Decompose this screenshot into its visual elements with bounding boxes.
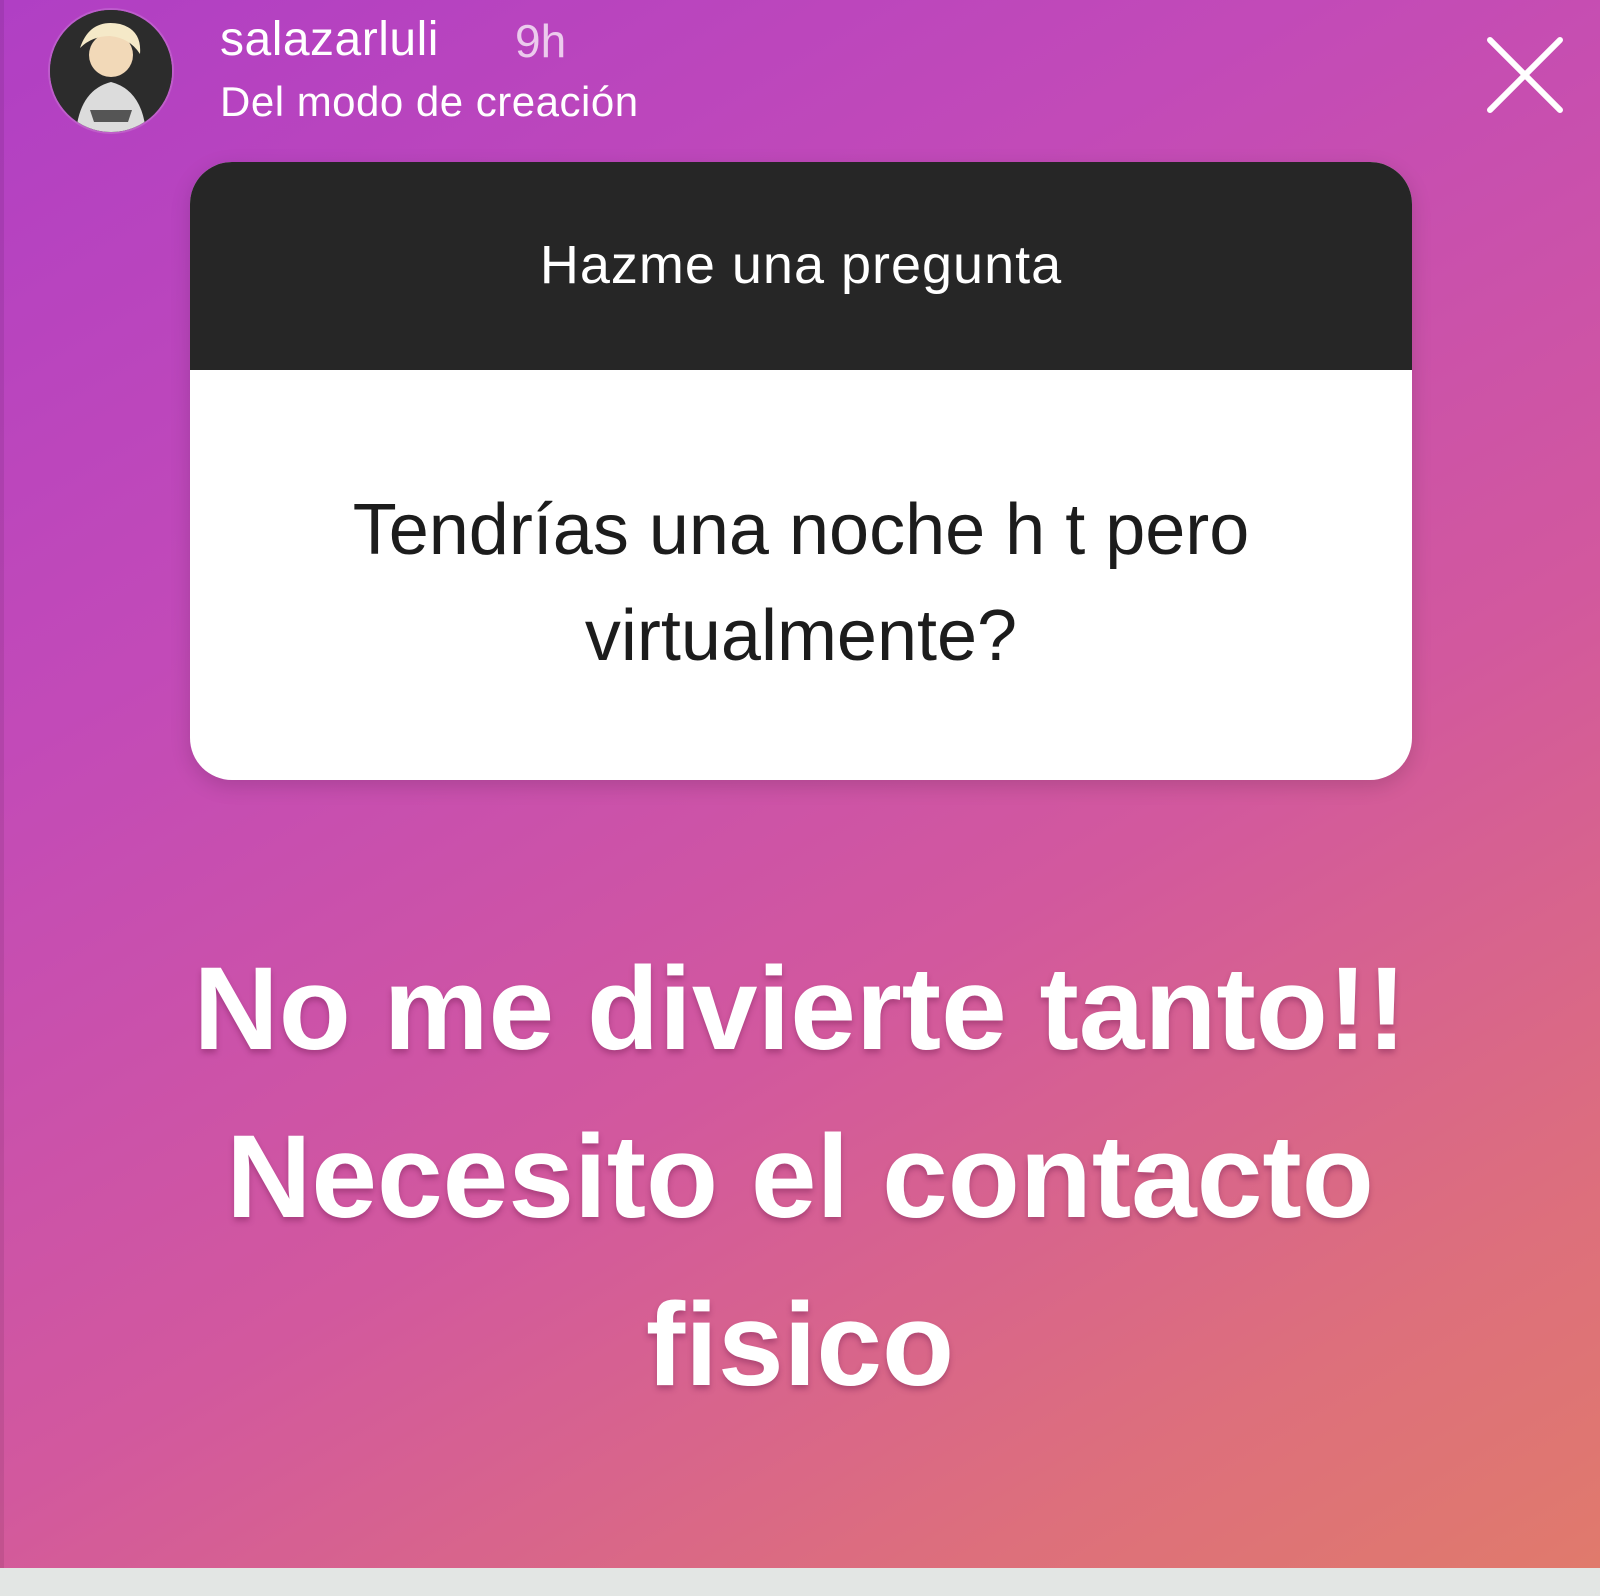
answer-text: No me divierte tanto!! Necesito el conta… <box>193 943 1407 1411</box>
username[interactable]: salazarluli <box>220 12 439 67</box>
post-time: 9h <box>515 15 567 67</box>
avatar[interactable] <box>50 10 172 132</box>
story-source-label: Del modo de creación <box>220 78 639 125</box>
question-text: Tendrías una noche h t pero virtualmente… <box>352 490 1250 676</box>
question-sticker-header: Hazme una pregunta <box>190 162 1412 370</box>
question-sticker-title: Hazme una pregunta <box>539 235 1063 295</box>
avatar-photo-icon <box>50 10 172 132</box>
edge-shadow <box>0 0 4 1568</box>
close-button[interactable] <box>1480 30 1570 120</box>
close-icon <box>1487 37 1563 113</box>
bottom-strip <box>0 1568 1600 1596</box>
question-sticker: Hazme una pregunta Tendrías una noche h … <box>190 162 1412 780</box>
story-view[interactable]: salazarluli 9h Del modo de creación Hazm… <box>0 0 1600 1568</box>
